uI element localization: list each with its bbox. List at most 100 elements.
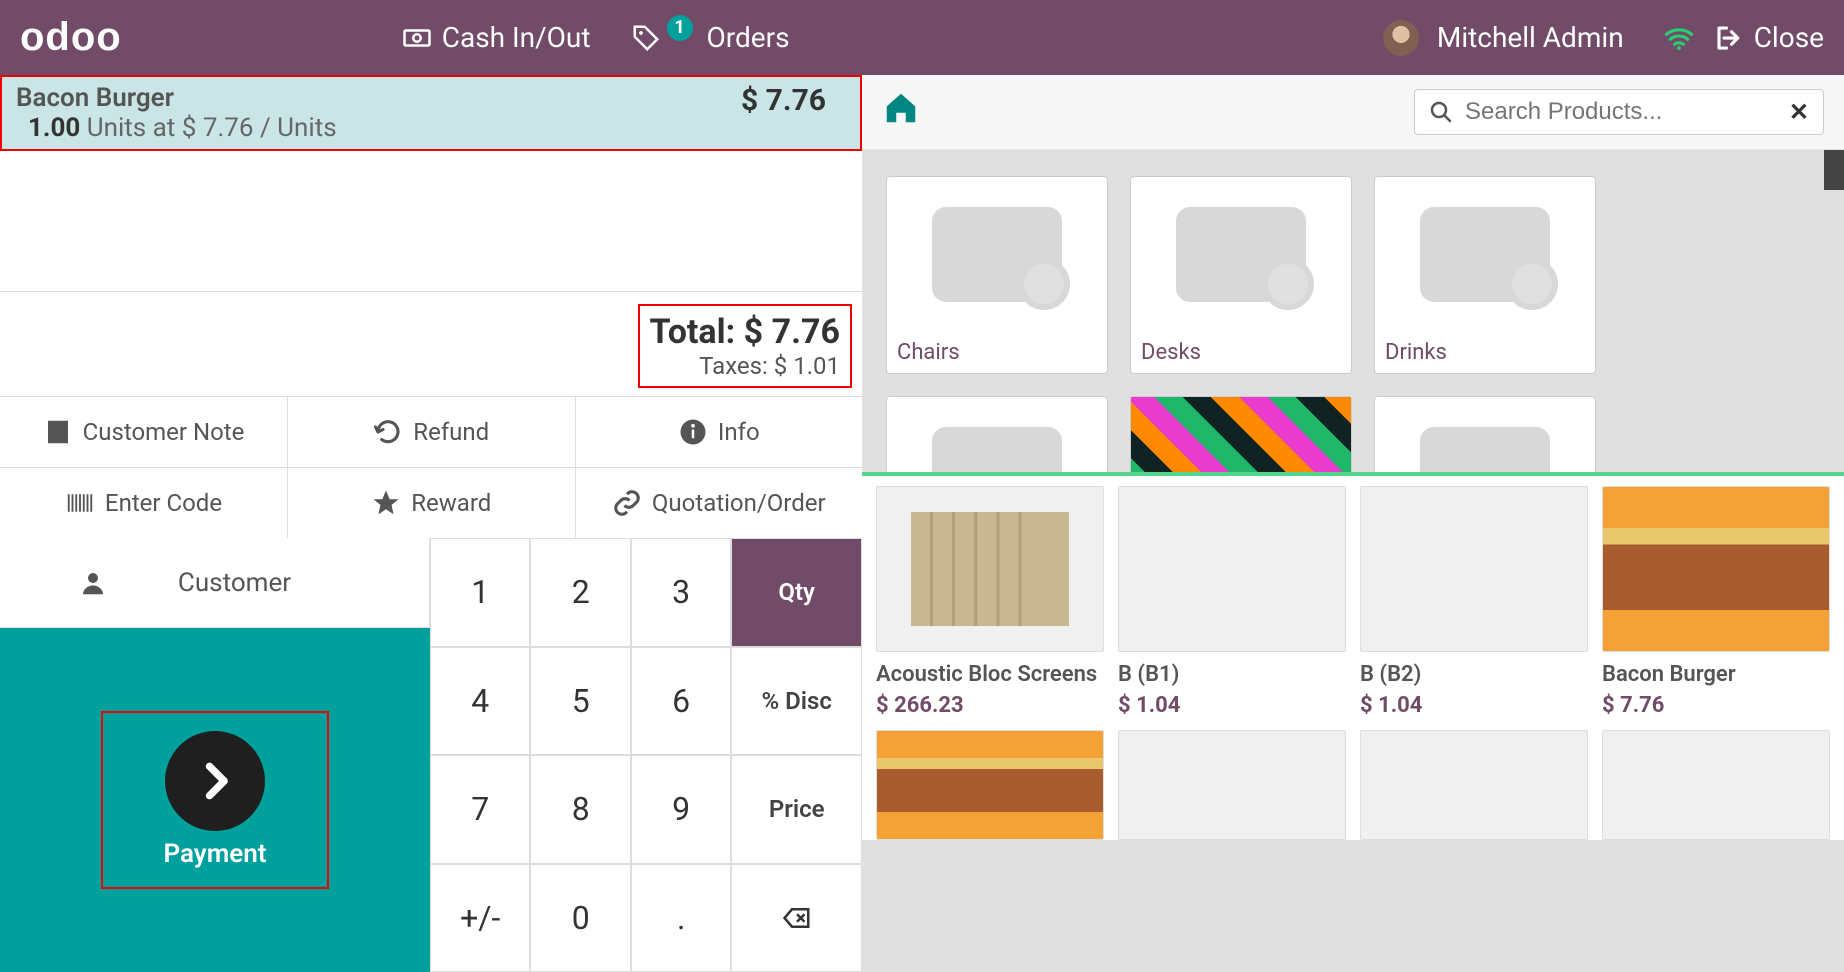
order-totals: Total: $ 7.76 Taxes: $ 1.01 [638, 304, 852, 388]
reward-label: Reward [411, 489, 491, 517]
numkey-8[interactable]: 8 [530, 755, 630, 864]
numkey-7[interactable]: 7 [430, 755, 530, 864]
product-card[interactable]: Bacon Burger $ 7.76 [1602, 486, 1830, 718]
product-card[interactable]: B (B1) $ 1.04 [1118, 486, 1346, 718]
product-card[interactable] [1602, 730, 1830, 840]
numkey-1[interactable]: 1 [430, 538, 530, 647]
numkey-5[interactable]: 5 [530, 647, 630, 756]
cash-icon [402, 23, 432, 53]
barcode-icon [65, 488, 95, 518]
home-button[interactable] [882, 89, 920, 136]
order-line[interactable]: Bacon Burger 1.00 Units at $ 7.76 / Unit… [0, 75, 862, 151]
backspace-icon [782, 903, 812, 933]
orders-badge: 1 [667, 15, 693, 41]
search-box[interactable]: ✕ [1414, 89, 1824, 135]
numpad: 1 2 3 Qty 4 5 6 % Disc 7 8 9 Price +/- 0… [430, 538, 862, 972]
cash-in-out-button[interactable]: Cash In/Out [402, 21, 591, 54]
chevron-right-icon [193, 759, 237, 803]
product-image [1118, 486, 1346, 652]
numkey-dot[interactable]: . [631, 864, 731, 972]
refund-button[interactable]: Refund [288, 397, 576, 467]
product-card[interactable]: Acoustic Bloc Screens $ 266.23 [876, 486, 1104, 718]
product-image [1602, 486, 1830, 652]
top-bar: odoo Cash In/Out 1 Orders Mitchell Admin… [0, 0, 1844, 75]
product-price: $ 7.76 [1602, 693, 1830, 718]
numkey-0[interactable]: 0 [530, 864, 630, 972]
tag-icon [631, 23, 661, 53]
user-menu[interactable]: Mitchell Admin [1383, 20, 1624, 56]
product-price: $ 1.04 [1360, 693, 1588, 718]
product-card[interactable]: B (B2) $ 1.04 [1360, 486, 1588, 718]
product-list: Acoustic Bloc Screens $ 266.23 B (B1) $ … [862, 472, 1844, 840]
info-button[interactable]: Info [576, 397, 863, 467]
product-price: $ 1.04 [1118, 693, 1346, 718]
orderline-price: $ 7.76 [741, 83, 846, 118]
product-name: Acoustic Bloc Screens [876, 662, 1104, 687]
quotation-label: Quotation/Order [652, 489, 826, 517]
enter-code-label: Enter Code [105, 489, 222, 517]
cash-label: Cash In/Out [442, 21, 591, 54]
clear-search-button[interactable]: ✕ [1789, 98, 1809, 126]
search-icon [1429, 100, 1453, 124]
category-label: Desks [1141, 340, 1201, 365]
category-label: Chairs [897, 340, 960, 365]
product-card[interactable] [1360, 730, 1588, 840]
note-icon [43, 417, 73, 447]
category-label: Drinks [1385, 340, 1447, 365]
wifi-icon [1664, 23, 1694, 53]
link-icon [612, 488, 642, 518]
orders-button[interactable]: 1 Orders [631, 21, 790, 54]
close-button[interactable]: Close [1714, 21, 1824, 54]
search-input[interactable] [1465, 98, 1777, 126]
product-name: B (B2) [1360, 662, 1588, 687]
mode-price-button[interactable]: Price [731, 755, 862, 864]
logout-icon [1714, 23, 1744, 53]
refund-label: Refund [413, 418, 489, 446]
category-desks[interactable]: Desks [1130, 176, 1352, 374]
customer-note-button[interactable]: Customer Note [0, 397, 288, 467]
numkey-plusminus[interactable]: +/- [430, 864, 530, 972]
mode-disc-button[interactable]: % Disc [731, 647, 862, 756]
payment-label: Payment [163, 839, 266, 869]
undo-icon [373, 417, 403, 447]
orders-label: Orders [707, 21, 790, 54]
numkey-4[interactable]: 4 [430, 647, 530, 756]
quotation-button[interactable]: Quotation/Order [576, 468, 863, 538]
customer-note-label: Customer Note [83, 418, 245, 446]
orderline-name: Bacon Burger [16, 83, 337, 113]
mode-qty-button[interactable]: Qty [731, 538, 862, 647]
info-label: Info [718, 418, 760, 446]
scrollbar[interactable] [1824, 150, 1844, 380]
numkey-3[interactable]: 3 [631, 538, 731, 647]
product-price: $ 266.23 [876, 693, 1104, 718]
enter-code-button[interactable]: Enter Code [0, 468, 288, 538]
product-image [876, 486, 1104, 652]
payment-button[interactable]: Payment [0, 628, 430, 972]
user-icon [78, 568, 108, 598]
logo: odoo [20, 15, 122, 60]
backspace-button[interactable] [731, 864, 862, 972]
product-name: Bacon Burger [1602, 662, 1830, 687]
customer-label: Customer [178, 568, 291, 598]
home-icon [882, 89, 920, 127]
info-icon [678, 417, 708, 447]
numkey-9[interactable]: 9 [631, 755, 731, 864]
customer-button[interactable]: Customer [0, 538, 430, 628]
avatar [1383, 20, 1419, 56]
category-drinks[interactable]: Drinks [1374, 176, 1596, 374]
product-name: B (B1) [1118, 662, 1346, 687]
product-card[interactable] [876, 730, 1104, 840]
reward-button[interactable]: Reward [288, 468, 576, 538]
orderline-detail: 1.00 Units at $ 7.76 / Units [16, 113, 337, 143]
numkey-6[interactable]: 6 [631, 647, 731, 756]
category-chairs[interactable]: Chairs [886, 176, 1108, 374]
close-label: Close [1754, 21, 1824, 54]
order-panel: Bacon Burger 1.00 Units at $ 7.76 / Unit… [0, 75, 862, 972]
wifi-status [1664, 23, 1694, 53]
user-name: Mitchell Admin [1437, 21, 1624, 54]
product-panel: ✕ Chairs Desks Drinks Acoustic Bloc Scre… [862, 75, 1844, 972]
product-image [1360, 486, 1588, 652]
numkey-2[interactable]: 2 [530, 538, 630, 647]
star-icon [371, 488, 401, 518]
product-card[interactable] [1118, 730, 1346, 840]
